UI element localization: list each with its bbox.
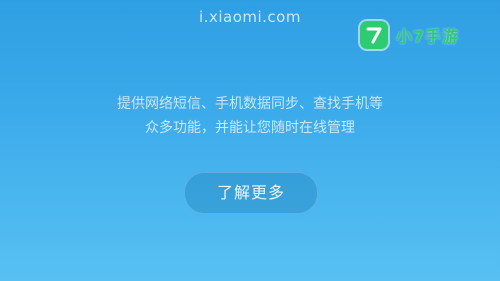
description-line-1: 提供网络短信、手机数据同步、查找手机等: [117, 96, 383, 112]
screen: i.xiaomi.com 提供网络短信、手机数据同步、查找手机等 众多功能，并能…: [0, 0, 500, 281]
description-line-2: 众多功能，并能让您随时在线管理: [145, 120, 355, 136]
brand-text: 小7手游: [396, 27, 460, 46]
seven-logo-icon: [360, 21, 388, 49]
feature-description: 提供网络短信、手机数据同步、查找手机等 众多功能，并能让您随时在线管理: [60, 92, 440, 140]
brand-watermark: 小7手游: [360, 18, 490, 52]
learn-more-button[interactable]: 了解更多: [184, 172, 318, 214]
